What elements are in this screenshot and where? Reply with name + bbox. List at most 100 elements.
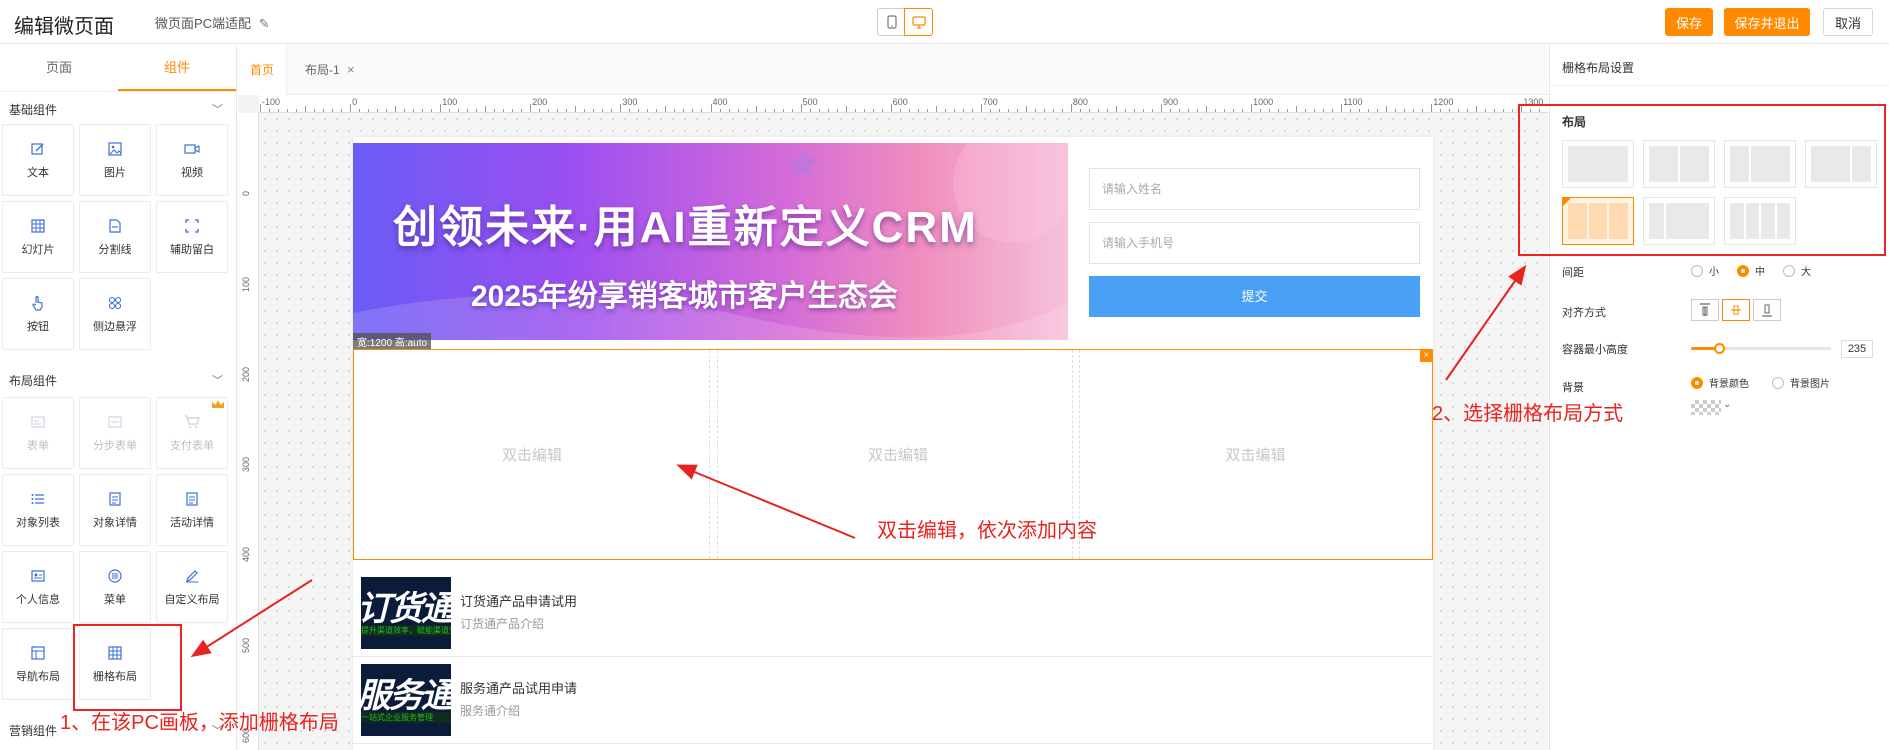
slider-handle[interactable] [1714, 343, 1725, 354]
chevron-down-icon[interactable]: ﹀ [212, 372, 223, 388]
component-custom-layout[interactable]: 自定义布局 [156, 551, 228, 623]
ruler-tick [350, 104, 352, 112]
component-menu[interactable]: 菜单 [79, 551, 151, 623]
spacing-small-radio[interactable]: 小 [1691, 263, 1719, 278]
name-input[interactable]: 请输入姓名 [1089, 168, 1420, 210]
component-label: 幻灯片 [21, 243, 55, 256]
list-item[interactable]: 服务通 一站式企业服务管理 服务通产品试用申请 服务通介绍 [353, 658, 1433, 744]
component-object-detail[interactable]: 对象详情 [79, 474, 151, 546]
vertical-ruler: 0 100 200 300 400 500 600 [238, 113, 259, 750]
component-label: 菜单 [104, 593, 126, 606]
submit-button[interactable]: 提交 [1089, 276, 1420, 317]
list-item[interactable]: 订货通 提升渠道效率，赋能渠道生态 订货通产品申请试用 订货通产品介绍 [353, 571, 1433, 657]
component-side-float[interactable]: 侧边悬浮 [79, 278, 151, 350]
section-layout[interactable]: 布局组件 ﹀ [9, 372, 229, 389]
component-event-detail[interactable]: 活动详情 [156, 474, 228, 546]
component-image[interactable]: 图片 [79, 124, 151, 196]
align-bottom-button[interactable] [1753, 299, 1781, 321]
align-top-icon [1700, 303, 1710, 316]
component-slideshow[interactable]: 幻灯片 [2, 201, 74, 273]
component-video[interactable]: 视频 [156, 124, 228, 196]
monitor-icon [911, 15, 926, 29]
crown-icon [211, 399, 225, 413]
size-tag: 宽:1200 高:auto [353, 333, 432, 350]
section-basic[interactable]: 基础组件 ﹀ [9, 101, 229, 118]
cancel-button[interactable]: 取消 [1823, 8, 1873, 36]
component-spacer[interactable]: 辅助留白 [156, 201, 228, 273]
component-label: 导航布局 [16, 670, 60, 683]
ruler-minor-tick [1079, 109, 1081, 112]
mobile-view-button[interactable] [877, 8, 906, 36]
ruler-minor-tick [287, 109, 289, 112]
ruler-minor-tick [611, 109, 613, 112]
color-picker-swatch[interactable] [1691, 400, 1721, 415]
tab-page[interactable]: 页面 [0, 45, 118, 91]
save-exit-button[interactable]: 保存并退出 [1724, 8, 1810, 36]
ruler-minor-tick [944, 109, 946, 112]
tab-components[interactable]: 组件 [118, 45, 236, 91]
component-object-list[interactable]: 对象列表 [2, 474, 74, 546]
page-subtitle[interactable]: 微页面PC端适配 ✎ [155, 13, 270, 32]
tab-home[interactable]: 首页 [238, 45, 288, 95]
ruler-tick-label: 0 [241, 190, 251, 196]
ruler-minor-tick [593, 109, 595, 112]
min-height-input[interactable]: 235 [1841, 340, 1873, 358]
ruler-minor-tick [539, 109, 541, 112]
min-height-label: 容器最小高度 [1562, 344, 1628, 356]
ruler-minor-tick [1440, 109, 1442, 112]
component-button[interactable]: 按钮 [2, 278, 74, 350]
ruler-minor-tick [359, 109, 361, 112]
align-middle-button[interactable] [1722, 299, 1750, 321]
ruler-minor-tick [899, 109, 901, 112]
ruler-minor-tick [395, 106, 397, 112]
bg-image-radio[interactable]: 背景图片 [1772, 375, 1830, 390]
chevron-down-icon[interactable]: ﹀ [212, 101, 223, 117]
pc-view-button[interactable] [904, 8, 933, 36]
component-label: 按钮 [27, 320, 49, 333]
radio-label: 大 [1801, 267, 1811, 278]
ruler-tick-label: 900 [1163, 97, 1179, 107]
ruler-minor-tick [647, 109, 649, 112]
left-tabs: 页面 组件 [0, 45, 236, 92]
align-middle-icon [1731, 305, 1741, 315]
product-thumbnail: 订货通 提升渠道效率，赋能渠道生态 [361, 577, 451, 649]
ruler-tick-label: 500 [241, 637, 251, 653]
spacing-large-radio[interactable]: 大 [1783, 263, 1811, 278]
ruler-minor-tick [1296, 106, 1298, 112]
ruler-minor-tick [1512, 109, 1514, 112]
grid-cell[interactable]: 双击编辑 [354, 350, 710, 559]
ruler-minor-tick [971, 109, 973, 112]
component-text[interactable]: 文本 [2, 124, 74, 196]
component-profile[interactable]: 个人信息 [2, 551, 74, 623]
ruler-minor-tick [1395, 109, 1397, 112]
align-top-button[interactable] [1691, 299, 1719, 321]
component-nav-layout[interactable]: 导航布局 [2, 628, 74, 700]
ruler-tick [890, 104, 892, 112]
thumbnail-subtext: 提升渠道效率，赋能渠道生态 [361, 625, 451, 636]
component-label: 支付表单 [170, 439, 214, 452]
component-divider[interactable]: 分割线 [79, 201, 151, 273]
phone-input[interactable]: 请输入手机号 [1089, 222, 1420, 264]
menu-icon [107, 568, 123, 584]
chevron-down-icon[interactable]: ⌄ [1723, 399, 1731, 410]
ruler-minor-tick [521, 109, 523, 112]
detail-icon [107, 491, 123, 507]
spacing-medium-radio[interactable]: 中 [1737, 263, 1765, 278]
ruler-minor-tick [926, 109, 928, 112]
grid-cell[interactable]: 双击编辑 [1079, 350, 1432, 559]
close-icon[interactable]: × [347, 62, 355, 77]
bg-color-radio[interactable]: 背景颜色 [1691, 375, 1749, 390]
banner-image[interactable]: 创领未来·用AI重新定义CRM 2025年纷享销客城市客户生态会 [353, 143, 1068, 340]
radio-label: 小 [1709, 267, 1719, 278]
min-height-slider[interactable] [1691, 343, 1831, 354]
pen-icon [184, 568, 200, 584]
close-icon[interactable]: × [1420, 349, 1433, 362]
ruler-minor-tick [1458, 109, 1460, 112]
ruler-tick [440, 104, 442, 112]
tab-layout-1[interactable]: 布局-1 × [293, 45, 367, 95]
ruler-minor-tick [917, 109, 919, 112]
ruler-minor-tick [827, 109, 829, 112]
edit-pencil-icon[interactable]: ✎ [259, 16, 270, 31]
annotation-step1: 1、在该PC画板，添加栅格布局 [60, 712, 339, 734]
save-button[interactable]: 保存 [1665, 8, 1713, 36]
